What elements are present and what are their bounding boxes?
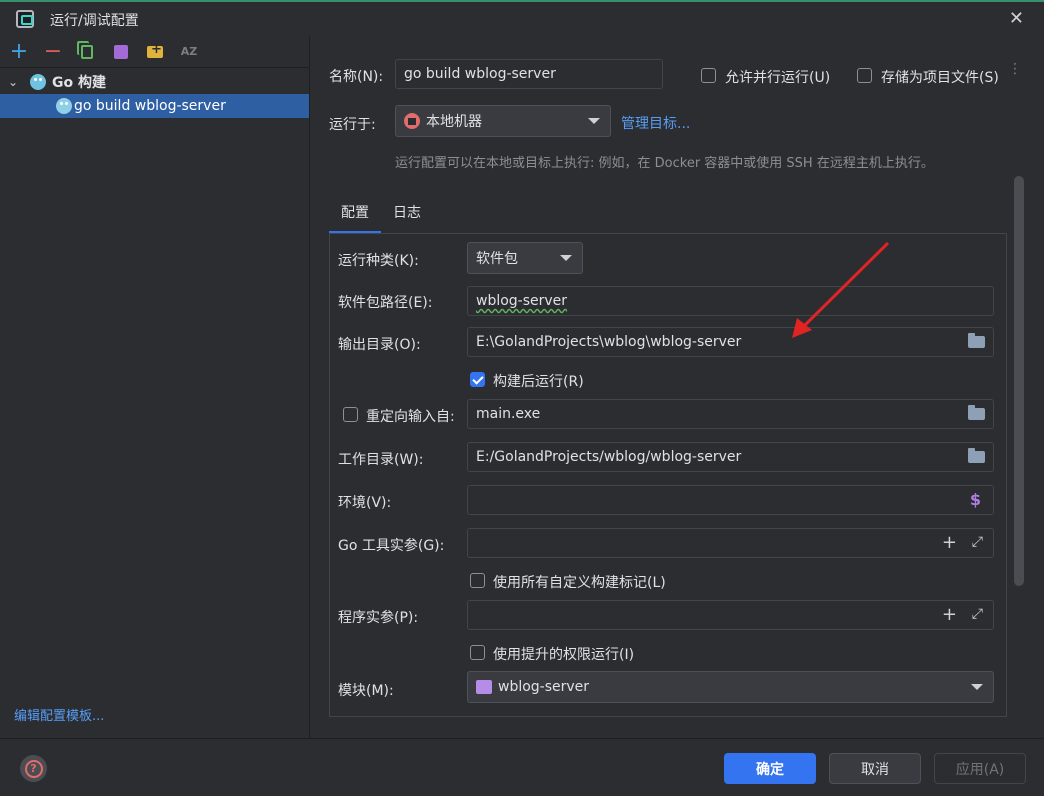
chevron-down-icon [560,255,572,261]
redirect-input-field[interactable]: main.exe [467,399,994,429]
expand-icon[interactable]: ⤢ [972,534,983,550]
working-directory-value: E:/GolandProjects/wblog/wblog-server [476,449,742,465]
chevron-down-icon[interactable]: ⌄ [8,75,24,89]
sort-alphabetically-icon[interactable]: AZ [178,41,200,63]
run-after-build-checkbox[interactable] [470,372,485,387]
redirect-input-checkbox[interactable] [343,407,358,422]
sidebar-toolbar: + − AZ [0,36,309,68]
tree-item-go-build-wblog-server[interactable]: go build wblog-server [0,94,309,118]
run-on-hint: 运行配置可以在本地或目标上执行: 例如，在 Docker 容器中或使用 SSH … [395,156,934,171]
output-directory-input[interactable]: E:\GolandProjects\wblog\wblog-server [467,327,994,357]
store-as-project-file-checkbox[interactable] [857,68,872,83]
package-path-value: wblog-server [476,293,568,309]
run-elevated-checkbox[interactable] [470,645,485,660]
config-tabs: 配置 日志 [329,198,433,234]
name-input[interactable]: go build wblog-server [395,59,663,89]
more-options-icon[interactable]: ⋮ [1008,62,1022,76]
run-kind-select[interactable]: 软件包 [467,242,583,274]
tree-group-go-build[interactable]: ⌄ Go 构建 [0,70,309,94]
run-elevated-label: 使用提升的权限运行(I) [493,647,635,663]
add-macro-icon[interactable]: + [942,604,957,625]
new-folder-icon[interactable] [144,41,166,63]
configuration-panel: 运行种类(K): 软件包 软件包路径(E): wblog-server 输出目录… [329,233,1007,717]
package-path-label: 软件包路径(E): [338,295,433,311]
output-directory-label: 输出目录(O): [338,337,421,353]
edit-configuration-templates-link[interactable]: 编辑配置模板... [14,705,104,724]
program-arguments-label: 程序实参(P): [338,610,419,626]
help-icon: ? [24,759,43,778]
gopher-icon [30,74,46,90]
folder-icon[interactable] [968,333,985,348]
tree-group-label: Go 构建 [52,75,106,91]
folder-icon[interactable] [968,405,985,420]
tab-logs[interactable]: 日志 [381,198,433,234]
run-kind-label: 运行种类(K): [338,253,419,269]
copy-configuration-icon[interactable] [76,41,98,63]
module-folder-icon [476,680,492,694]
goland-app-icon [16,10,34,28]
allow-parallel-checkbox[interactable] [701,68,716,83]
title-bar: 运行/调试配置 ✕ [0,0,1044,36]
close-icon[interactable]: ✕ [1009,8,1024,29]
environment-input[interactable]: $ [467,485,994,515]
module-select[interactable]: wblog-server [467,671,994,703]
run-on-label: 运行于: [329,117,376,133]
run-on-value: 本地机器 [426,114,482,130]
window-title: 运行/调试配置 [50,13,139,29]
redirect-input-label: 重定向输入自: [366,409,455,425]
chevron-down-icon [588,118,600,124]
tree-item-label: go build wblog-server [74,98,226,114]
ok-button[interactable]: 确定 [724,753,816,784]
tab-configuration[interactable]: 配置 [329,198,381,234]
module-label: 模块(M): [338,683,394,699]
use-all-build-tags-checkbox[interactable] [470,573,485,588]
go-tool-arguments-input[interactable]: + ⤢ [467,528,994,558]
save-configuration-icon[interactable] [110,41,132,63]
run-on-select[interactable]: 本地机器 [395,105,611,137]
package-path-input[interactable]: wblog-server [467,286,994,316]
manage-targets-link[interactable]: 管理目标... [621,113,690,133]
program-arguments-input[interactable]: + ⤢ [467,600,994,630]
run-kind-value: 软件包 [476,251,518,267]
configurations-sidebar: + − AZ ⌄ Go 构建 go build wblog-server 编辑配… [0,36,310,738]
add-macro-icon[interactable]: + [942,532,957,553]
gopher-icon [56,98,72,114]
run-after-build-label: 构建后运行(R) [493,374,584,390]
apply-button[interactable]: 应用(A) [934,753,1026,784]
environment-label: 环境(V): [338,495,392,511]
module-value: wblog-server [498,679,590,695]
configuration-editor: 名称(N): go build wblog-server 允许并行运行(U) 存… [311,36,1044,738]
vertical-scrollbar[interactable] [1014,176,1024,586]
home-icon [404,113,420,129]
working-directory-input[interactable]: E:/GolandProjects/wblog/wblog-server [467,442,994,472]
working-directory-label: 工作目录(W): [338,452,424,468]
output-directory-value: E:\GolandProjects\wblog\wblog-server [476,334,742,350]
add-configuration-icon[interactable]: + [8,39,30,64]
remove-configuration-icon[interactable]: − [42,39,64,64]
chevron-down-icon [971,684,983,690]
redirect-input-value: main.exe [476,406,541,422]
use-all-build-tags-label: 使用所有自定义构建标记(L) [493,575,666,591]
cancel-button[interactable]: 取消 [829,753,921,784]
allow-parallel-label: 允许并行运行(U) [725,70,831,86]
store-as-project-file-label: 存储为项目文件(S) [881,70,999,86]
go-tool-arguments-label: Go 工具实参(G): [338,538,445,554]
folder-icon[interactable] [968,448,985,463]
name-label: 名称(N): [329,69,384,85]
dialog-footer: ? 确定 取消 应用(A) [0,738,1044,796]
expand-icon[interactable]: ⤢ [972,606,983,622]
environment-variables-icon[interactable]: $ [970,490,981,509]
help-button[interactable]: ? [20,755,47,782]
